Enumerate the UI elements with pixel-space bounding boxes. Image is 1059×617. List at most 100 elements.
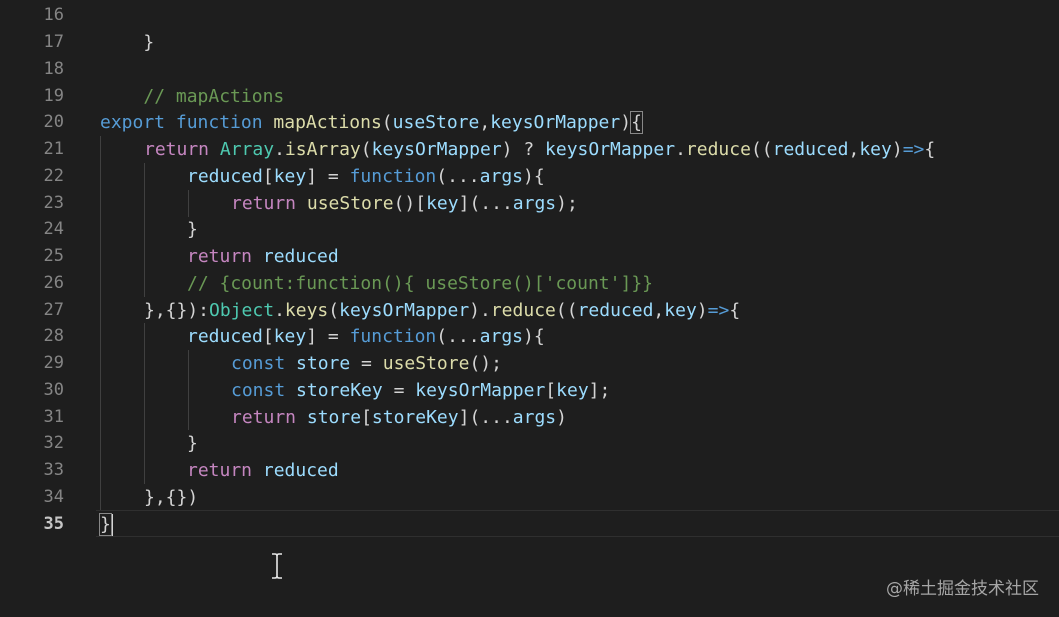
code-token: key — [426, 193, 459, 214]
code-token: ( — [328, 300, 340, 321]
code-token: const — [231, 353, 286, 374]
code-token: args — [512, 193, 557, 214]
code-token: useStore — [306, 193, 394, 214]
code-line[interactable]: return store[storeKey](...args) — [231, 404, 567, 431]
code-token: ]; — [588, 380, 611, 401]
code-token: storeKey — [371, 407, 459, 428]
code-token: = — [382, 380, 416, 401]
code-line[interactable]: },{}):Object.keys(keysOrMapper).reduce((… — [144, 297, 740, 324]
code-token: ] = — [306, 166, 350, 187]
code-token: ](... — [458, 193, 513, 214]
code-token: . — [274, 139, 285, 160]
line-number: 27 — [43, 300, 64, 320]
code-token: reduced — [262, 460, 339, 481]
line-number: 22 — [43, 166, 64, 186]
code-token: } — [187, 433, 198, 454]
code-line[interactable]: reduced[key] = function(...args){ — [187, 163, 545, 190]
line-number: 34 — [43, 487, 64, 507]
code-token: reduce — [685, 139, 751, 160]
indent-guide — [188, 350, 189, 430]
code-token: useStore — [382, 353, 470, 374]
code-token: ( — [381, 112, 393, 133]
line-number: 26 — [43, 273, 64, 293]
code-line[interactable]: const store = useStore(); — [231, 350, 502, 377]
code-line[interactable]: // mapActions — [100, 56, 284, 107]
code-token: = — [350, 353, 383, 374]
code-line[interactable]: // {count:function(){ useStore()['count'… — [187, 270, 653, 297]
code-token: mapActions — [273, 112, 382, 133]
code-token: [ — [262, 166, 274, 187]
text-ibeam-icon — [272, 553, 282, 579]
code-token: ](... — [458, 407, 513, 428]
code-token: . — [675, 139, 686, 160]
code-token: keysOrMapper — [490, 112, 621, 133]
code-token: store — [306, 407, 362, 428]
code-line[interactable]: return reduced — [187, 243, 339, 270]
text-caret — [110, 514, 113, 536]
code-token: Object — [209, 300, 275, 321]
code-token: args — [512, 407, 557, 428]
code-token: ) ? — [501, 139, 546, 160]
code-line[interactable]: const storeKey = keysOrMapper[key]; — [231, 377, 610, 404]
code-token: return — [231, 193, 297, 214]
code-token: args — [479, 326, 523, 347]
code-token: ){ — [523, 166, 545, 187]
line-number: 33 — [43, 460, 64, 480]
code-token: key — [664, 300, 697, 321]
code-editor[interactable]: 16 17 18 19 20 21 22 23 24 25 26 27 28 2… — [0, 0, 1059, 617]
code-line[interactable]: return Array.isArray(keysOrMapper) ? key… — [144, 136, 935, 163]
code-line[interactable]: reduced[key] = function(...args){ — [187, 323, 545, 350]
code-token: ( — [360, 139, 372, 160]
code-token: key — [273, 326, 307, 347]
code-token: => — [902, 139, 925, 160]
code-token: key — [859, 139, 892, 160]
code-line[interactable]: } — [100, 2, 154, 53]
code-token: } — [143, 32, 155, 53]
code-token: ). — [469, 300, 491, 321]
line-number: 17 — [43, 32, 64, 52]
code-line[interactable]: return reduced — [187, 457, 339, 484]
code-token: reduced — [187, 326, 263, 347]
code-line[interactable]: return useStore()[key](...args); — [231, 190, 578, 217]
code-token: (... — [436, 166, 480, 187]
code-token: store — [296, 353, 351, 374]
line-number: 24 — [43, 219, 64, 239]
code-token: function — [349, 326, 437, 347]
code-token: key — [556, 380, 589, 401]
code-line[interactable]: export function mapActions(useStore,keys… — [100, 109, 643, 136]
indent-guide — [100, 136, 101, 510]
code-token: ) — [696, 300, 708, 321]
code-token: (); — [469, 353, 502, 374]
code-line[interactable]: },{}) — [144, 484, 198, 511]
code-token: keysOrMapper — [339, 300, 470, 321]
code-token: storeKey — [296, 380, 383, 401]
code-token: return — [231, 407, 297, 428]
line-number: 21 — [43, 139, 64, 159]
line-number: 20 — [43, 112, 64, 132]
line-number-active: 35 — [43, 514, 64, 534]
code-token: },{}) — [144, 487, 199, 508]
code-token: reduced — [577, 300, 654, 321]
code-token: (... — [436, 326, 480, 347]
code-token: , — [848, 139, 860, 160]
code-token: ) — [891, 139, 903, 160]
code-line[interactable]: } — [187, 216, 198, 243]
line-number: 16 — [43, 5, 64, 25]
indent-guide — [144, 323, 145, 484]
code-token: , — [653, 300, 665, 321]
code-token: , — [479, 112, 491, 133]
code-line-active[interactable]: } — [99, 511, 113, 538]
matched-bracket: } — [99, 513, 112, 536]
line-number: 31 — [43, 407, 64, 427]
code-token: reduced — [262, 246, 339, 267]
code-token: Array — [219, 139, 275, 160]
code-comment: // mapActions — [143, 86, 285, 107]
code-token: export — [100, 112, 166, 133]
line-number: 30 — [43, 380, 64, 400]
code-line[interactable]: } — [187, 430, 198, 457]
code-token: . — [274, 300, 285, 321]
matched-bracket: { — [630, 111, 643, 134]
